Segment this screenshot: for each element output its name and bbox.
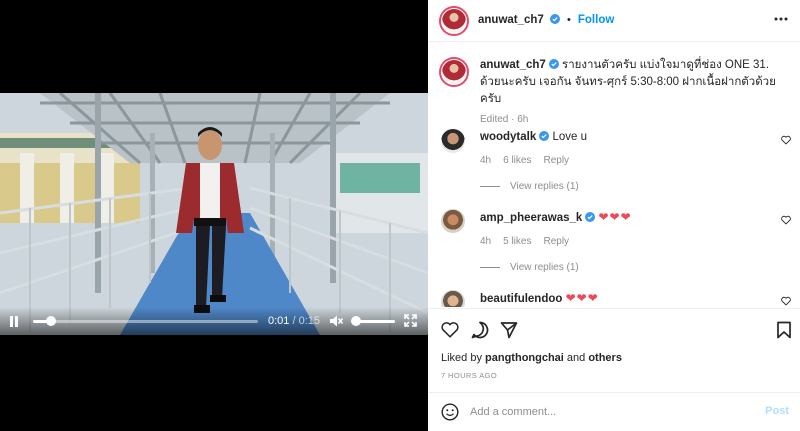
author-username[interactable]: anuwat_ch7 [478, 14, 544, 26]
post-timestamp[interactable]: 7 HOURS AGO [441, 371, 497, 380]
verified-badge-icon [539, 131, 550, 141]
comment-username[interactable]: amp_pheerawas_k [480, 212, 582, 224]
fullscreen-icon[interactable] [404, 314, 417, 327]
caption: anuwat_ch7 รายงานตัวครับ แบ่งใจมาดูที่ช่… [428, 57, 800, 127]
muted-speaker-icon[interactable] [329, 314, 343, 328]
video-frame[interactable] [0, 93, 428, 335]
video-controls: 0:01 / 0:15 [0, 307, 428, 335]
share-paper-plane-icon[interactable] [500, 321, 518, 339]
video-player[interactable]: 0:01 / 0:15 [0, 0, 428, 431]
comment-composer: Post [428, 392, 800, 431]
header-author-line: anuwat_ch7 • Follow [478, 14, 614, 26]
comment-text: Love u [552, 131, 587, 143]
verified-badge-icon [585, 212, 596, 222]
liked-by-prefix: Liked by [441, 352, 486, 364]
follow-button[interactable]: Follow [578, 14, 614, 26]
caption-username[interactable]: anuwat_ch7 [480, 59, 546, 71]
comments-list[interactable]: anuwat_ch7 รายงานตัวครับ แบ่งใจมาดูที่ช่… [428, 43, 800, 307]
caption-avatar[interactable] [439, 57, 469, 87]
author-avatar[interactable] [439, 6, 469, 36]
comment-username[interactable]: woodytalk [480, 131, 536, 143]
liked-by-others[interactable]: others [588, 352, 622, 364]
view-replies-button[interactable]: View replies (1) [480, 181, 579, 192]
like-comment-heart-icon[interactable] [781, 135, 791, 145]
pause-button[interactable] [9, 316, 19, 327]
comment-meta: 4h 5 likes Reply [480, 236, 581, 247]
liked-by-line: Liked by pangthongchai and others [441, 352, 622, 364]
current-time: 0:01 [268, 315, 290, 327]
time-separator: / [289, 315, 299, 327]
bullet-separator: • [566, 14, 571, 26]
comment-body: beautifulendoo ❤❤❤ [480, 290, 770, 307]
like-heart-icon[interactable] [441, 321, 459, 339]
post-comment-button[interactable]: Post [765, 405, 789, 417]
add-comment-input[interactable] [470, 404, 750, 420]
like-comment-heart-icon[interactable] [781, 296, 791, 306]
reply-button[interactable]: Reply [543, 236, 569, 247]
comment-item: beautifulendoo ❤❤❤ [428, 290, 800, 307]
verified-badge-icon [548, 59, 559, 69]
comment-avatar[interactable] [441, 209, 465, 233]
like-comment-heart-icon[interactable] [781, 215, 791, 225]
post-actions [428, 308, 800, 348]
verified-badge-icon [549, 14, 560, 24]
comment-time: 4h [480, 155, 492, 166]
post-header: anuwat_ch7 • Follow [428, 0, 800, 42]
duration: 0:15 [298, 315, 321, 327]
comment-item: woodytalk Love u 4h 6 likes Reply [428, 129, 800, 189]
liked-by-user[interactable]: pangthongchai [485, 352, 564, 364]
comment-text: ❤❤❤ [598, 210, 632, 224]
comment-time: 4h [480, 236, 492, 247]
bookmark-icon[interactable] [775, 321, 793, 339]
caption-meta: Edited · 6h [480, 114, 529, 125]
caption-body: anuwat_ch7 รายงานตัวครับ แบ่งใจมาดูที่ช่… [480, 57, 780, 108]
video-time: 0:01 / 0:15 [268, 315, 320, 327]
volume-slider[interactable] [351, 316, 395, 326]
video-progress-bar[interactable] [33, 316, 258, 326]
comment-item: amp_pheerawas_k ❤❤❤ 4h 5 likes Reply [428, 209, 800, 269]
comment-username[interactable]: beautifulendoo [480, 293, 562, 305]
post-side-panel: anuwat_ch7 • Follow anuwat_ch7 รายงานตัว… [428, 0, 800, 431]
video-scene-image [0, 93, 428, 335]
reply-button[interactable]: Reply [543, 155, 569, 166]
comment-bubble-icon[interactable] [471, 321, 489, 339]
view-replies-button[interactable]: View replies (1) [480, 262, 579, 273]
more-options-icon[interactable] [774, 14, 788, 24]
volume-handle[interactable] [351, 316, 362, 326]
liked-by-middle: and [563, 352, 589, 364]
comment-meta: 4h 6 likes Reply [480, 155, 581, 166]
emoji-smiley-icon[interactable] [441, 403, 459, 421]
comment-avatar[interactable] [441, 290, 465, 307]
comment-avatar[interactable] [441, 129, 465, 153]
video-progress-handle[interactable] [46, 316, 56, 326]
comment-body: woodytalk Love u [480, 129, 770, 146]
comment-body: amp_pheerawas_k ❤❤❤ [480, 209, 770, 227]
comment-likes[interactable]: 5 likes [503, 236, 531, 247]
comment-text: ❤❤❤ [565, 291, 599, 305]
comment-likes[interactable]: 6 likes [503, 155, 531, 166]
